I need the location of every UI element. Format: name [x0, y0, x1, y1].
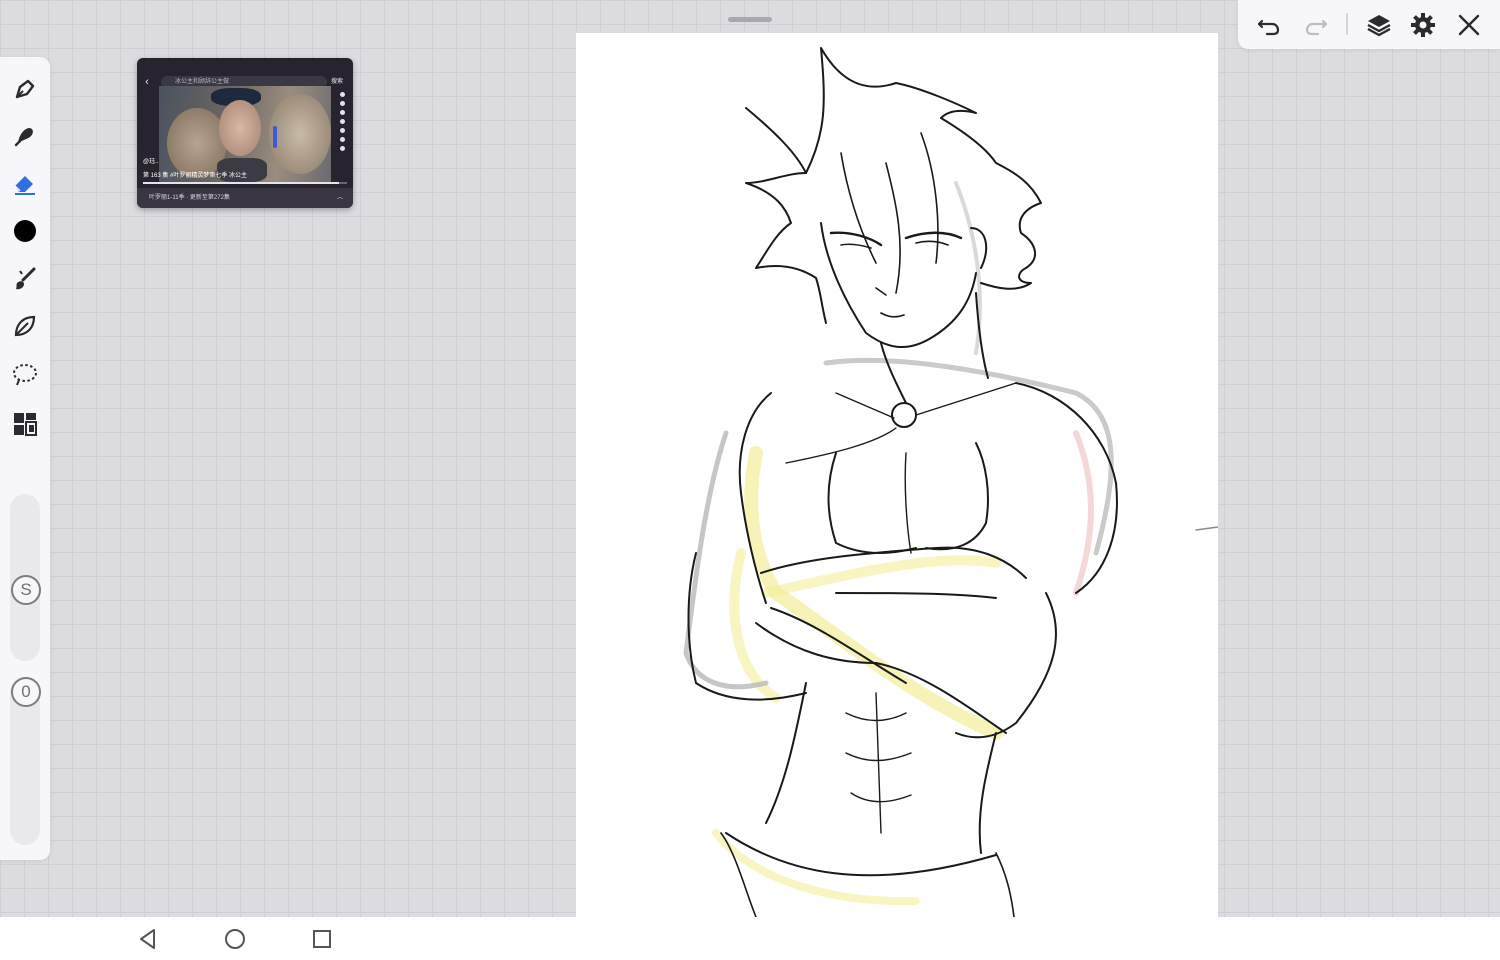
- nav-home-button[interactable]: [220, 925, 250, 953]
- video-frame: [159, 86, 331, 182]
- pen-icon: [15, 79, 35, 99]
- channel-label: @珏..: [143, 159, 159, 165]
- close-button[interactable]: [1452, 8, 1486, 42]
- liquify-tool-button[interactable]: [7, 308, 43, 344]
- layers-icon: [1367, 15, 1391, 37]
- layers-button[interactable]: [1362, 8, 1396, 42]
- color-swatch-icon: [14, 220, 36, 242]
- undo-button[interactable]: [1252, 8, 1286, 42]
- smudge-icon: [14, 128, 33, 147]
- color-swatch-button[interactable]: [7, 213, 43, 249]
- playlist-text: 叶罗丽1-11季 · 更新至第272集: [149, 195, 230, 201]
- sketch-artwork: [683, 47, 1218, 917]
- lasso-icon: [13, 364, 37, 386]
- video-progress-fill: [143, 182, 339, 184]
- reference-window[interactable]: ‹ 冰公主和顾辞公主做 搜索 @珏.. 第 163 集 #叶罗丽精灵梦第七季 冰…: [137, 58, 353, 208]
- redo-button[interactable]: [1299, 8, 1333, 42]
- eraser-tool-button[interactable]: [7, 166, 43, 202]
- gallery-grid-button[interactable]: [7, 406, 43, 442]
- opacity-slider-label: 0: [21, 682, 31, 701]
- drag-handle[interactable]: [728, 17, 772, 22]
- eraser-icon: [14, 176, 35, 195]
- size-slider-knob[interactable]: S: [11, 575, 41, 605]
- video-progress-bar[interactable]: [143, 182, 347, 184]
- settings-icon: [1411, 13, 1435, 37]
- tool-sidebar: S 0: [0, 57, 50, 860]
- back-arrow-icon[interactable]: ‹: [137, 76, 157, 88]
- smudge-tool-button[interactable]: [7, 118, 43, 154]
- lasso-select-button[interactable]: [7, 356, 43, 392]
- search-text: 冰公主和顾辞公主做: [175, 79, 230, 85]
- close-icon: [1458, 14, 1480, 36]
- opacity-slider[interactable]: 0: [10, 677, 41, 845]
- chevron-up-icon: ︿: [336, 195, 343, 201]
- pen-tool-button[interactable]: [7, 71, 43, 107]
- nav-recents-button[interactable]: [307, 925, 337, 953]
- brush-icon: [16, 267, 36, 290]
- grid-icon: [14, 413, 37, 436]
- drawing-canvas[interactable]: [576, 33, 1218, 917]
- undo-icon: [1257, 19, 1280, 36]
- search-button[interactable]: 搜索: [331, 76, 343, 88]
- size-slider-label: S: [20, 580, 32, 599]
- side-action-icons: [340, 92, 348, 155]
- top-action-bar: [1238, 0, 1500, 49]
- settings-button[interactable]: [1406, 8, 1440, 42]
- opacity-slider-knob[interactable]: 0: [11, 677, 41, 707]
- recents-icon: [313, 930, 331, 948]
- leaf-icon: [14, 315, 36, 337]
- redo-icon: [1305, 19, 1328, 36]
- playlist-footer[interactable]: 叶罗丽1-11季 · 更新至第272集 ︿: [137, 188, 353, 208]
- episode-caption: 第 163 集 #叶罗丽精灵梦第七季 冰公主: [143, 173, 248, 179]
- system-nav-bar: [0, 917, 1500, 960]
- home-icon: [225, 929, 245, 949]
- back-icon: [140, 929, 155, 949]
- toolbar-divider: [1346, 13, 1348, 35]
- nav-back-button[interactable]: [133, 925, 163, 953]
- brush-size-slider[interactable]: S: [10, 494, 41, 661]
- brush-library-button[interactable]: [7, 261, 43, 297]
